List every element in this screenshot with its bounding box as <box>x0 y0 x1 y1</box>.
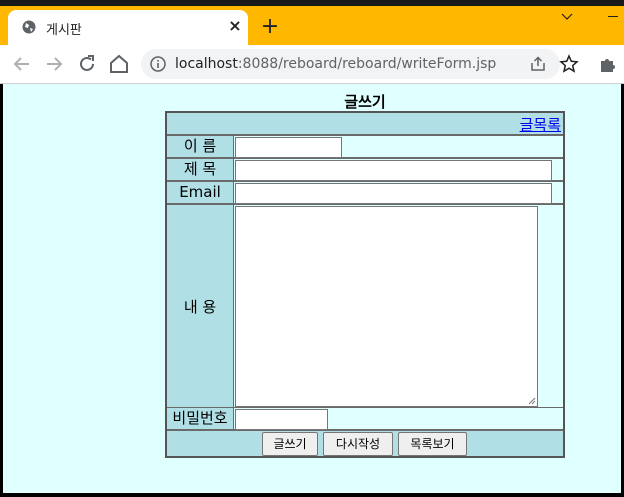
content-input-cell <box>233 204 564 408</box>
back-arrow-icon[interactable] <box>10 52 34 76</box>
browser-toolbar: localhost:8088/reboard/reboard/writeForm… <box>0 45 624 84</box>
name-label: 이 름 <box>183 137 217 155</box>
password-label: 비밀번호 <box>172 409 228 427</box>
name-input-cell <box>233 135 564 158</box>
submit-button[interactable]: 글쓰기 <box>262 432 318 456</box>
browser-window: 게시판 × + localhost:8088/reboard/reboard/w… <box>0 0 624 497</box>
subject-label-cell: 제 목 <box>166 158 234 181</box>
list-link-row: 글목록 <box>166 112 564 135</box>
url-text[interactable]: localhost:8088/reboard/reboard/writeForm… <box>175 56 496 72</box>
subject-input-cell <box>233 158 564 181</box>
chevron-down-icon[interactable] <box>556 6 578 26</box>
list-button[interactable]: 목록보기 <box>398 432 467 456</box>
extensions-puzzle-icon[interactable] <box>598 54 618 74</box>
list-link[interactable]: 글목록 <box>520 114 561 135</box>
title-bar-edge <box>0 0 624 6</box>
email-input-cell <box>233 181 564 204</box>
close-tab-icon[interactable]: × <box>226 15 244 37</box>
email-label-cell: Email <box>166 181 234 204</box>
content-textarea[interactable] <box>235 206 538 407</box>
forward-arrow-icon[interactable] <box>42 52 66 76</box>
form-title: 글쓰기 <box>344 93 386 111</box>
new-tab-button[interactable]: + <box>258 14 282 40</box>
tab-title: 게시판 <box>46 23 82 38</box>
name-input[interactable] <box>235 137 342 158</box>
share-icon[interactable] <box>529 55 547 73</box>
window-frame-bottom <box>0 493 624 497</box>
reset-button[interactable]: 다시작성 <box>323 432 393 456</box>
url-path: :8088/reboard/reboard/writeForm.jsp <box>237 56 497 72</box>
reload-icon[interactable] <box>75 52 99 76</box>
password-label-cell: 비밀번호 <box>166 407 234 430</box>
tab-strip: 게시판 × + <box>0 0 624 45</box>
bookmark-star-icon[interactable] <box>559 54 579 74</box>
globe-icon <box>22 20 36 34</box>
minimize-icon <box>608 16 618 17</box>
info-icon[interactable] <box>150 56 166 72</box>
email-field[interactable] <box>235 183 552 204</box>
home-icon[interactable] <box>107 52 131 76</box>
minimize-button[interactable] <box>600 6 624 26</box>
content-label: 내 용 <box>183 298 217 316</box>
url-host: localhost <box>175 56 238 72</box>
address-bar[interactable]: localhost:8088/reboard/reboard/writeForm… <box>141 49 579 79</box>
subject-label: 제 목 <box>183 160 217 178</box>
tab-active[interactable]: 게시판 × <box>8 10 248 45</box>
content-label-cell: 내 용 <box>166 204 234 408</box>
password-input[interactable] <box>235 409 328 430</box>
password-input-cell <box>233 407 564 430</box>
name-label-cell: 이 름 <box>166 135 234 158</box>
subject-input[interactable] <box>235 160 552 181</box>
window-frame-left <box>0 84 3 497</box>
resize-grip-icon[interactable] <box>527 396 536 405</box>
email-label: Email <box>179 183 221 201</box>
